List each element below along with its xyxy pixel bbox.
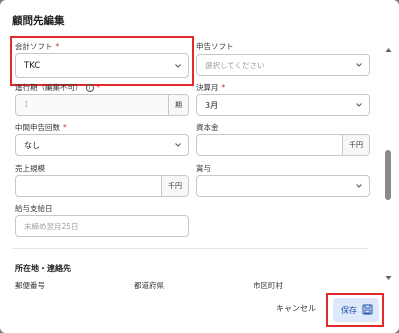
capital-input[interactable]: 千円	[196, 134, 370, 156]
chevron-down-icon	[356, 102, 362, 108]
payday-input[interactable]: 末締め翌月25日	[15, 215, 189, 237]
save-button-highlight	[326, 293, 384, 327]
accounting-software-highlight	[10, 36, 194, 86]
interim-filings-label: 中間申告回数 *	[15, 123, 67, 132]
interim-filings-select[interactable]: なし	[15, 134, 189, 156]
chevron-down-icon	[356, 62, 362, 68]
info-icon: i	[85, 84, 94, 92]
chevron-down-icon	[175, 142, 181, 148]
sales-scale-unit: 千円	[161, 176, 188, 196]
fiscal-period-unit: 期	[168, 95, 188, 115]
scrollbar[interactable]	[384, 38, 393, 280]
dialog-title: 顧問先編集	[12, 15, 65, 27]
bonus-label: 賞与	[196, 164, 211, 173]
sales-scale-input[interactable]: 千円	[15, 175, 189, 197]
chevron-down-icon	[356, 183, 362, 189]
tax-software-select[interactable]: 選択してください	[196, 54, 370, 76]
scroll-up-icon[interactable]	[385, 38, 392, 57]
payday-label: 給与支給日	[15, 204, 53, 213]
scroll-down-icon[interactable]	[385, 266, 392, 285]
section-divider	[12, 248, 369, 249]
postal-code-label: 郵便番号	[15, 281, 45, 290]
city-label: 市区町村	[253, 281, 283, 290]
cancel-button[interactable]: キャンセル	[272, 301, 320, 316]
dialog-footer	[0, 292, 380, 333]
closing-month-select[interactable]: 3月	[196, 94, 370, 116]
section-title: 所在地・連絡先	[15, 264, 71, 273]
sales-scale-label: 売上規模	[15, 164, 45, 173]
fiscal-period-input: 1 期	[15, 94, 189, 116]
bonus-select[interactable]	[196, 175, 370, 197]
closing-month-label: 決算月 *	[196, 83, 226, 92]
capital-label: 資本金	[196, 123, 219, 132]
tax-software-label: 申告ソフト	[196, 42, 234, 51]
scrollbar-thumb[interactable]	[385, 150, 391, 200]
edit-client-dialog: 顧問先編集 会計ソフト * TKC 申告ソフト 選択してください 進行期（編集不可…	[0, 0, 399, 333]
prefecture-label: 都道府県	[134, 281, 164, 290]
fiscal-period-label: 進行期（編集不可） i *	[15, 83, 101, 92]
capital-unit: 千円	[342, 135, 369, 155]
